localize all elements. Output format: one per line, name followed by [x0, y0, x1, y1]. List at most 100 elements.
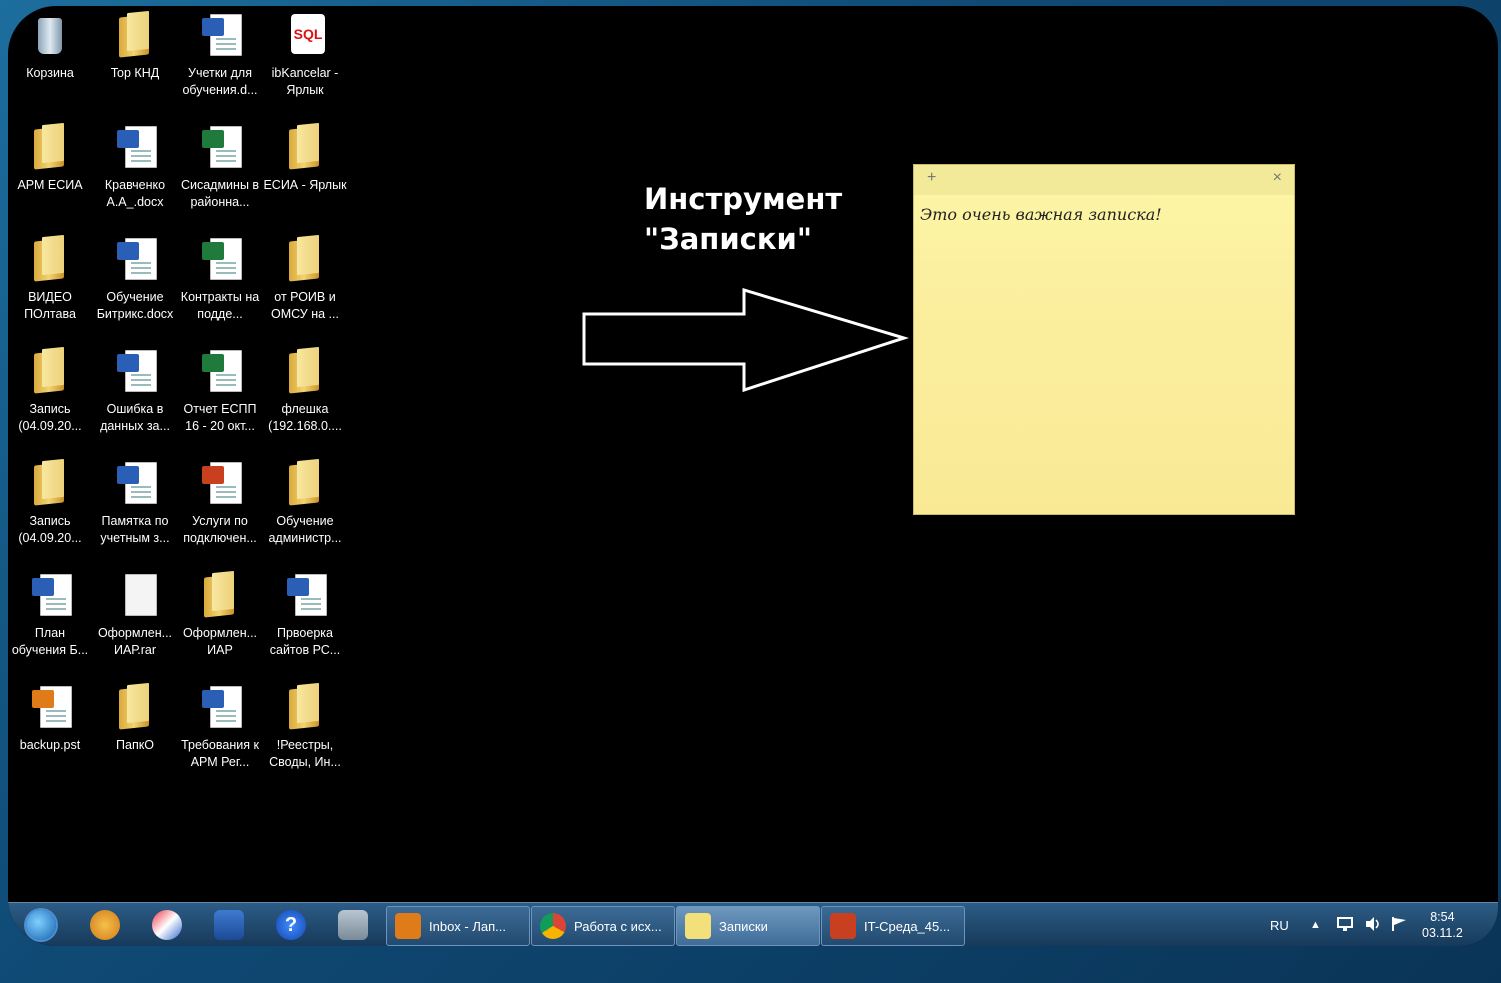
- word-document-icon: [111, 346, 159, 398]
- desktop-icon-label: Кравченко А.А_.docx: [104, 178, 166, 209]
- recycle-bin-icon: [26, 10, 74, 62]
- desktop-icon-label: Ошибка в данных за...: [100, 402, 170, 433]
- desktop-icon[interactable]: Требования к АРМ Рег...: [178, 682, 262, 782]
- desktop-icon[interactable]: План обучения Б...: [8, 570, 92, 670]
- taskbar-pin-calculator[interactable]: [334, 907, 372, 943]
- desktop-icon[interactable]: Запись (04.09.20...: [8, 458, 92, 558]
- desktop-icon[interactable]: SQL ibKancelar - Ярлык: [263, 10, 347, 110]
- folder-icon: [281, 234, 329, 286]
- palette-icon: [90, 910, 120, 940]
- sticky-note-titlebar[interactable]: + ×: [914, 165, 1294, 195]
- desktop-icon[interactable]: Оформлен... ИАР.rar: [93, 570, 177, 670]
- clock[interactable]: 8:54 03.11.2: [1422, 903, 1463, 946]
- outlook-icon: [395, 913, 421, 939]
- sticky-notes-icon: [685, 913, 711, 939]
- taskbar-pin-help[interactable]: ?: [272, 907, 310, 943]
- folder-icon: [281, 346, 329, 398]
- desktop-icon-label: ЕСИА - Ярлык: [263, 178, 347, 192]
- desktop-icon[interactable]: Запись (04.09.20...: [8, 346, 92, 446]
- outlook-data-file-icon: [26, 682, 74, 734]
- desktop-icon[interactable]: Сисадмины в районна...: [178, 122, 262, 222]
- clock-date: 03.11.2: [1422, 926, 1463, 940]
- annotation-title-line1: Инструмент: [644, 182, 843, 216]
- desktop-icon[interactable]: Кравченко А.А_.docx: [93, 122, 177, 222]
- desktop-icon[interactable]: Ошибка в данных за...: [93, 346, 177, 446]
- desktop-icon-label: План обучения Б...: [11, 626, 89, 657]
- action-center-flag-icon[interactable]: [1390, 916, 1408, 932]
- folder-icon: [26, 122, 74, 174]
- taskbar-button-chrome[interactable]: Работа с исх...: [531, 906, 675, 946]
- folder-icon: [111, 10, 159, 62]
- desktop-icon-label: Top КНД: [110, 66, 160, 80]
- desktop-icon-label: !Реестры, Своды, Ин...: [269, 738, 341, 769]
- add-note-button[interactable]: +: [927, 169, 936, 187]
- desktop-icon[interactable]: флешка (192.168.0....: [263, 346, 347, 446]
- desktop-icon[interactable]: Учетки для обучения.d...: [178, 10, 262, 110]
- taskbar: ? Inbox - Лап... Работа с исх... Записки…: [8, 902, 1498, 946]
- excel-document-icon: [196, 122, 244, 174]
- sticky-note-text[interactable]: Это очень важная записка!: [920, 205, 1162, 224]
- taskbar-button-outlook[interactable]: Inbox - Лап...: [386, 906, 530, 946]
- sticky-note[interactable]: + × Это очень важная записка!: [914, 165, 1294, 514]
- show-hidden-icons-button[interactable]: ▲: [1310, 903, 1321, 946]
- taskbar-button-sticky-notes[interactable]: Записки: [676, 906, 820, 946]
- desktop-icon-label: Памятка по учетным з...: [100, 514, 170, 545]
- taskbar-button-powerpoint[interactable]: IT-Среда_45...: [821, 906, 965, 946]
- desktop-icon[interactable]: Top КНД: [93, 10, 177, 110]
- network-icon[interactable]: [1336, 916, 1354, 932]
- word-document-icon: [111, 122, 159, 174]
- desktop-icon-label: Запись (04.09.20...: [18, 402, 82, 433]
- chrome-icon: [540, 913, 566, 939]
- scissors-icon: [152, 910, 182, 940]
- desktop-icon[interactable]: Памятка по учетным з...: [93, 458, 177, 558]
- help-icon: ?: [276, 910, 306, 940]
- annotation-title-line2: "Записки": [644, 222, 812, 256]
- desktop-icon[interactable]: Обучение Битрикс.docx: [93, 234, 177, 334]
- close-note-button[interactable]: ×: [1273, 169, 1282, 187]
- desktop-icon-label: Контракты на подде...: [180, 290, 260, 321]
- desktop-icon[interactable]: Оформлен... ИАР: [178, 570, 262, 670]
- word-document-icon: [196, 682, 244, 734]
- desktop-icon[interactable]: !Реестры, Своды, Ин...: [263, 682, 347, 782]
- desktop-icon[interactable]: Корзина: [8, 10, 92, 110]
- desktop-icon[interactable]: Контракты на подде...: [178, 234, 262, 334]
- folder-icon: [26, 458, 74, 510]
- desktop-icon[interactable]: Отчет ЕСПП 16 - 20 окт...: [178, 346, 262, 446]
- desktop-icon-label: Запись (04.09.20...: [18, 514, 82, 545]
- desktop-icon-label: backup.pst: [19, 738, 81, 752]
- taskbar-button-label: Записки: [719, 918, 768, 934]
- word-document-icon: [196, 10, 244, 62]
- taskbar-pin-paint[interactable]: [86, 907, 124, 943]
- sql-badge-text: SQL: [293, 26, 323, 42]
- folder-icon: [281, 458, 329, 510]
- taskbar-pin-snipping[interactable]: [148, 907, 186, 943]
- desktop-icon[interactable]: Обучение администр...: [263, 458, 347, 558]
- volume-icon[interactable]: [1364, 916, 1382, 932]
- desktop-icon[interactable]: ВИДЕО ПОлтава: [8, 234, 92, 334]
- desktop-icon[interactable]: ПапкО: [93, 682, 177, 782]
- folder-icon: [196, 570, 244, 622]
- desktop-icon-label: Учетки для обучения.d...: [182, 66, 258, 97]
- desktop-icon[interactable]: АРМ ЕСИА: [8, 122, 92, 222]
- word-document-icon: [26, 570, 74, 622]
- taskbar-button-label: Работа с исх...: [574, 918, 662, 934]
- desktop-icon[interactable]: ЕСИА - Ярлык: [263, 122, 347, 222]
- start-button[interactable]: [22, 907, 60, 943]
- desktop-icon-label: Услуги по подключен...: [183, 514, 257, 545]
- folder-icon: [26, 346, 74, 398]
- desktop-icon-label: флешка (192.168.0....: [268, 402, 342, 433]
- desktop-icon-label: Корзина: [26, 66, 74, 80]
- desktop-icon[interactable]: Услуги по подключен...: [178, 458, 262, 558]
- excel-document-icon: [196, 346, 244, 398]
- desktop-icon[interactable]: backup.pst: [8, 682, 92, 782]
- folder-icon: [111, 682, 159, 734]
- desktop-icon[interactable]: Првоерка сайтов РС...: [263, 570, 347, 670]
- annotation-arrow: [582, 287, 910, 393]
- desktop-icon-label: Оформлен... ИАР.rar: [97, 626, 173, 657]
- taskbar-button-label: Inbox - Лап...: [429, 918, 506, 934]
- language-indicator[interactable]: RU: [1270, 903, 1289, 946]
- powerpoint-document-icon: [196, 458, 244, 510]
- desktop-icon[interactable]: от РОИВ и ОМСУ на ...: [263, 234, 347, 334]
- folder-icon: [281, 122, 329, 174]
- taskbar-pin-remote-desktop[interactable]: [210, 907, 248, 943]
